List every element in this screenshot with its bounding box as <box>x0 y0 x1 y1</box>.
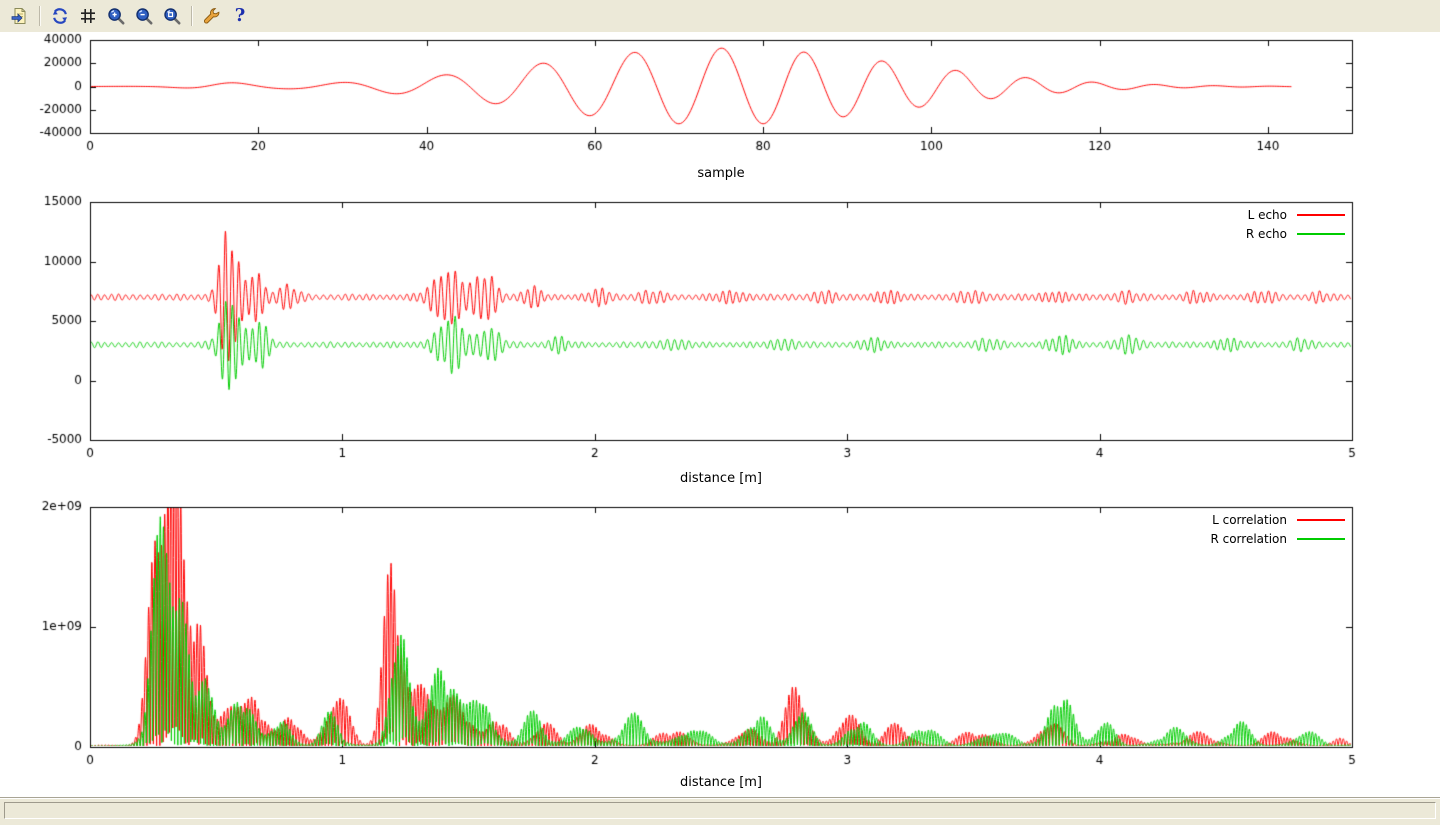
configure-button[interactable] <box>199 3 225 29</box>
correlation-plot: L correlation R correlation distance [m] <box>0 497 1440 797</box>
autoscale-button[interactable] <box>159 3 185 29</box>
zoom-out-button[interactable] <box>131 3 157 29</box>
zoom-out-icon <box>134 6 154 26</box>
zoom-in-icon <box>106 6 126 26</box>
replot-icon <box>50 6 70 26</box>
wrench-icon <box>202 6 222 26</box>
waveform-plot-canvas[interactable] <box>0 32 1440 190</box>
echo-plot: L echo R echo distance [m] <box>0 190 1440 497</box>
help-button[interactable]: ? <box>227 3 253 29</box>
grid-icon <box>78 6 98 26</box>
help-icon: ? <box>235 7 246 25</box>
toggle-grid-button[interactable] <box>75 3 101 29</box>
zoom-in-button[interactable] <box>103 3 129 29</box>
status-bar <box>0 797 1440 825</box>
copy-to-clipboard-icon <box>10 6 30 26</box>
copy-to-clipboard-button[interactable] <box>7 3 33 29</box>
gnuplot-window: ? sample L echo R echo distance [m] <box>0 0 1440 825</box>
replot-button[interactable] <box>47 3 73 29</box>
plot-area: sample L echo R echo distance [m] L corr <box>0 32 1440 797</box>
autoscale-icon <box>162 6 182 26</box>
correlation-plot-canvas[interactable] <box>0 497 1440 797</box>
toolbar: ? <box>0 0 1440 33</box>
pulse-plot: sample <box>0 32 1440 190</box>
toolbar-separator <box>39 6 41 26</box>
status-field <box>4 802 1436 819</box>
echo-plot-canvas[interactable] <box>0 190 1440 497</box>
toolbar-separator <box>191 6 193 26</box>
